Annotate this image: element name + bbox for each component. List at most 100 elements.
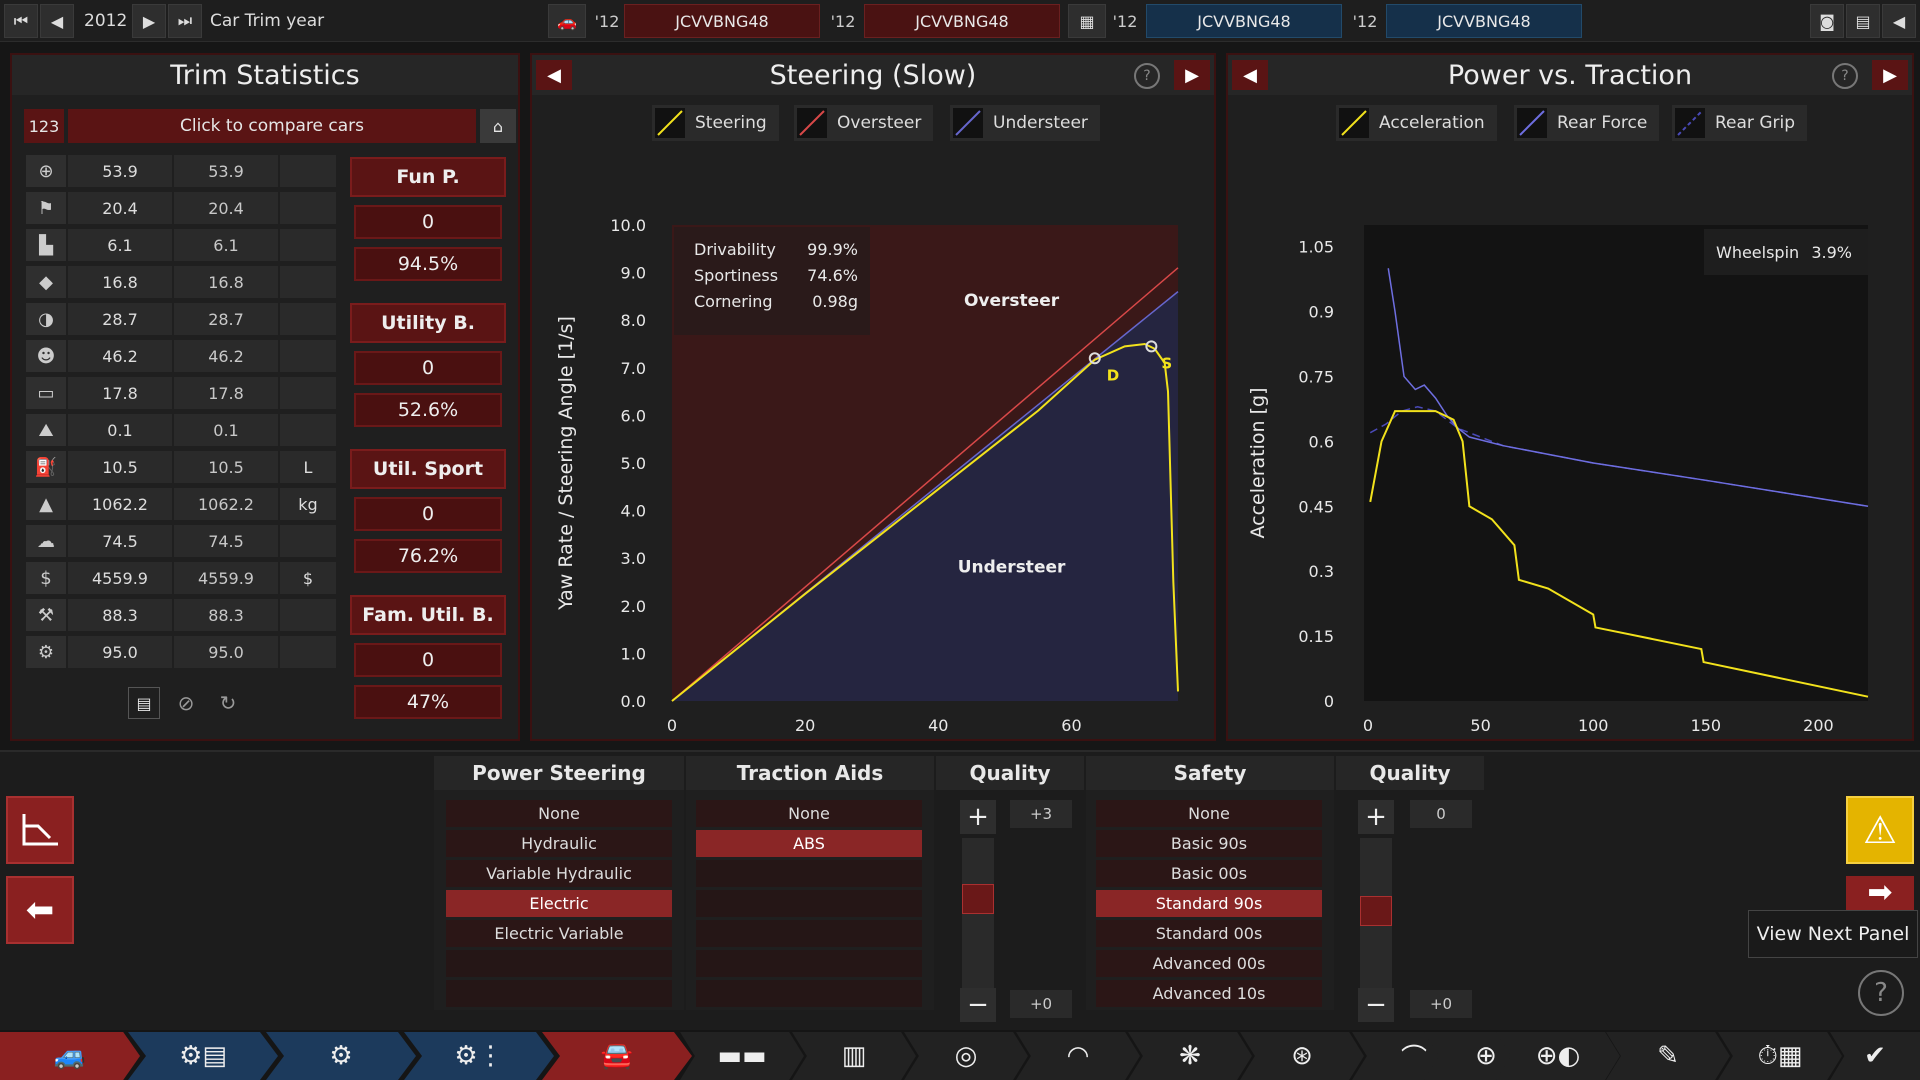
stat-compare-value: 28.7 bbox=[174, 303, 278, 335]
race-flag-icon: ⚑ bbox=[26, 192, 66, 224]
tab-brakes[interactable]: ⊛ bbox=[1240, 1032, 1364, 1080]
quality2-slider-handle[interactable] bbox=[1360, 896, 1392, 926]
tab-wheels[interactable]: ❋ bbox=[1128, 1032, 1252, 1080]
option-safety[interactable]: Advanced 10s bbox=[1096, 980, 1322, 1007]
option-safety[interactable]: Standard 90s bbox=[1096, 890, 1322, 917]
gears-icon: ⚙ bbox=[26, 636, 66, 668]
stat-unit bbox=[280, 377, 336, 409]
option-traction_aids[interactable]: None bbox=[696, 800, 922, 827]
compare-slot-2[interactable]: JCVVBNG48 bbox=[864, 4, 1060, 38]
quality-plus-button[interactable]: + bbox=[960, 800, 996, 834]
option-safety[interactable]: Advanced 00s bbox=[1096, 950, 1322, 977]
tab-gearbox[interactable]: ▥ bbox=[792, 1032, 916, 1080]
option-power_steering[interactable]: Hydraulic bbox=[446, 830, 672, 857]
legend-swatch-icon bbox=[1675, 108, 1705, 138]
legend-oversteer[interactable]: Oversteer bbox=[794, 105, 934, 141]
warning-icon[interactable]: ⚠ bbox=[1846, 796, 1914, 864]
help-icon[interactable]: ? bbox=[1832, 63, 1858, 89]
tab-suspension[interactable]: ◎ bbox=[904, 1032, 1028, 1080]
notes-icon[interactable]: ▤ bbox=[128, 687, 160, 719]
legend-steering[interactable]: Steering bbox=[652, 105, 779, 141]
tab-engine-layout[interactable]: ⚙▤ bbox=[128, 1032, 278, 1080]
prev-panel-button[interactable]: ◀ bbox=[536, 60, 572, 90]
compare-id[interactable]: 123 bbox=[24, 109, 64, 143]
tab-trim-active[interactable]: 🚘 bbox=[542, 1032, 692, 1080]
option-safety[interactable]: Standard 00s bbox=[1096, 920, 1322, 947]
next-panel-button[interactable]: ▶ bbox=[1872, 60, 1908, 90]
quality-header-2: Quality bbox=[1336, 756, 1484, 790]
score-percent: 52.6% bbox=[354, 393, 502, 427]
stat-row: ◑ 28.7 28.7 bbox=[24, 301, 336, 337]
help-icon[interactable]: ? bbox=[1858, 970, 1904, 1016]
quality2-minus-button[interactable]: − bbox=[1358, 988, 1394, 1022]
scores: Fun P. 0 94.5% Utility B. 0 52.6% Util. Sport 0… bbox=[350, 157, 510, 737]
prev-year-button[interactable]: ◀ bbox=[40, 4, 74, 38]
legend-understeer[interactable]: Understeer bbox=[950, 105, 1100, 141]
quality-minus-button[interactable]: − bbox=[960, 988, 996, 1022]
option-safety[interactable]: Basic 90s bbox=[1096, 830, 1322, 857]
tab-engine-settings[interactable]: ⚙⋮ bbox=[404, 1032, 554, 1080]
option-safety[interactable]: Basic 00s bbox=[1096, 860, 1322, 887]
option-empty bbox=[446, 980, 672, 1007]
last-year-button[interactable]: ⏭ bbox=[168, 4, 202, 38]
compare-slot-4[interactable]: JCVVBNG48 bbox=[1386, 4, 1582, 38]
back-arrow-button[interactable]: ⬅ bbox=[6, 876, 74, 944]
option-safety[interactable]: None bbox=[1096, 800, 1322, 827]
car-icon[interactable]: 🚗 bbox=[548, 4, 586, 38]
stat-value: 20.4 bbox=[68, 192, 172, 224]
option-power_steering[interactable]: Variable Hydraulic bbox=[446, 860, 672, 887]
stat-value: 0.1 bbox=[68, 414, 172, 446]
tab-tyres[interactable]: ◠ bbox=[1016, 1032, 1140, 1080]
y-tick-label: 0.0 bbox=[621, 692, 646, 711]
option-empty bbox=[446, 950, 672, 977]
next-year-button[interactable]: ▶ bbox=[132, 4, 166, 38]
garage-icon[interactable]: ⌂ bbox=[480, 109, 516, 143]
slot-year: '12 bbox=[830, 11, 856, 31]
tab-engine-tune[interactable]: ⚙ bbox=[266, 1032, 416, 1080]
back-icon[interactable]: ◀ bbox=[1882, 4, 1916, 38]
offroad-icon: ⛰ bbox=[26, 414, 66, 446]
chassis-icon[interactable] bbox=[6, 796, 74, 864]
interior-icon: ⊕ bbox=[1475, 1041, 1497, 1071]
x-tick-label: 60 bbox=[1061, 716, 1081, 735]
prev-panel-button[interactable]: ◀ bbox=[1232, 60, 1268, 90]
aero-icon: ⌒ bbox=[1400, 1043, 1427, 1074]
stat-row: ⛰ 0.1 0.1 bbox=[24, 412, 336, 448]
disable-icon[interactable]: ⊘ bbox=[170, 687, 202, 719]
first-year-button[interactable]: ⏮ bbox=[4, 4, 38, 38]
score-percent: 94.5% bbox=[354, 247, 502, 281]
next-panel-arrow-button[interactable]: ➡ bbox=[1846, 876, 1914, 910]
score-percent: 47% bbox=[354, 685, 502, 719]
quality-slider-handle[interactable] bbox=[962, 884, 994, 914]
option-empty bbox=[696, 860, 922, 887]
legend-rear-grip[interactable]: Rear Grip bbox=[1672, 105, 1807, 141]
help-icon[interactable]: ? bbox=[1134, 63, 1160, 89]
option-power_steering[interactable]: Electric Variable bbox=[446, 920, 672, 947]
tab-tuning[interactable]: ✎ bbox=[1606, 1032, 1730, 1080]
legend-acceleration[interactable]: Acceleration bbox=[1336, 105, 1497, 141]
quality2-plus-button[interactable]: + bbox=[1358, 800, 1394, 834]
option-traction_aids[interactable]: ABS bbox=[696, 830, 922, 857]
y-tick-label: 0.6 bbox=[1309, 432, 1334, 451]
oversteer-region-label: Oversteer bbox=[964, 291, 1060, 311]
compare-slot-1[interactable]: JCVVBNG48 bbox=[624, 4, 820, 38]
tab-safety[interactable]: ⊕◐ bbox=[1496, 1032, 1620, 1080]
option-power_steering[interactable]: None bbox=[446, 800, 672, 827]
tab-testing[interactable]: ⏱▦ bbox=[1718, 1032, 1842, 1080]
weight-icon: ▲ bbox=[26, 488, 66, 520]
gearbox-icon[interactable]: ▦ bbox=[1068, 4, 1106, 38]
reset-icon[interactable]: ↻ bbox=[212, 687, 244, 719]
compare-slot-3[interactable]: JCVVBNG48 bbox=[1146, 4, 1342, 38]
safety-icon: ◑ bbox=[26, 303, 66, 335]
stat-value: 4559.9 bbox=[68, 562, 172, 594]
compare-cars-button[interactable]: Click to compare cars bbox=[68, 109, 476, 143]
next-panel-button[interactable]: ▶ bbox=[1174, 60, 1210, 90]
option-power_steering[interactable]: Electric bbox=[446, 890, 672, 917]
stat-value: 16.8 bbox=[68, 266, 172, 298]
stat-row: ⊕ 53.9 53.9 bbox=[24, 153, 336, 189]
camera-icon[interactable]: ◙ bbox=[1810, 4, 1844, 38]
legend-rear-force[interactable]: Rear Force bbox=[1514, 105, 1660, 141]
calculator-icon[interactable]: ▤ bbox=[1846, 4, 1880, 38]
tab-body[interactable]: ▬▬ bbox=[680, 1032, 804, 1080]
tab-car-model[interactable]: 🚙 bbox=[0, 1032, 140, 1080]
